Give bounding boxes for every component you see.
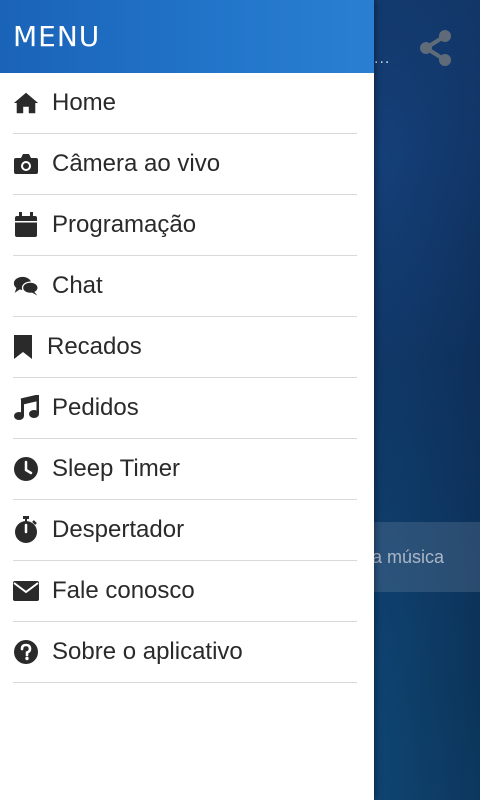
menu-item-home[interactable]: Home <box>13 73 357 134</box>
home-icon <box>13 90 39 116</box>
share-icon <box>420 30 451 66</box>
menu-item-label: Programação <box>52 211 197 238</box>
menu-item-contact[interactable]: Fale conosco <box>13 561 357 622</box>
bookmark-icon <box>13 334 33 360</box>
menu-item-label: Câmera ao vivo <box>52 150 221 177</box>
menu-item-sleep-timer[interactable]: Sleep Timer <box>13 439 357 500</box>
menu-item-requests[interactable]: Pedidos <box>13 378 357 439</box>
menu-item-about[interactable]: Sobre o aplicativo <box>13 622 357 683</box>
camera-icon <box>13 151 39 177</box>
now-playing-text: a música <box>372 546 445 567</box>
drawer-title: MENU <box>13 20 101 53</box>
menu-item-label: Home <box>52 89 117 116</box>
stopwatch-icon <box>13 516 39 543</box>
calendar-icon <box>13 212 39 238</box>
menu-item-alarm[interactable]: Despertador <box>13 500 357 561</box>
clock-icon <box>13 456 39 482</box>
menu-item-label: Sleep Timer <box>52 455 181 482</box>
navigation-drawer: MENU Home Câmera ao vivo Programação Cha… <box>0 0 374 800</box>
menu-item-schedule[interactable]: Programação <box>13 195 357 256</box>
chat-icon <box>13 273 39 299</box>
menu-item-messages[interactable]: Recados <box>13 317 357 378</box>
music-icon <box>13 395 39 421</box>
menu-item-label: Chat <box>52 272 103 299</box>
now-playing-strip[interactable]: a música <box>372 522 480 592</box>
menu-item-label: Recados <box>47 333 142 360</box>
drawer-header: MENU <box>0 0 374 73</box>
share-button[interactable] <box>414 26 458 70</box>
menu-item-chat[interactable]: Chat <box>13 256 357 317</box>
menu-item-label: Despertador <box>52 516 185 543</box>
overflow-dots[interactable]: ... <box>374 50 390 68</box>
menu-item-label: Fale conosco <box>52 577 195 604</box>
question-icon <box>13 639 39 665</box>
envelope-icon <box>13 578 39 604</box>
menu-item-label: Pedidos <box>52 394 139 421</box>
menu-item-label: Sobre o aplicativo <box>52 638 243 665</box>
menu-list: Home Câmera ao vivo Programação Chat Rec… <box>0 73 374 683</box>
menu-item-camera[interactable]: Câmera ao vivo <box>13 134 357 195</box>
